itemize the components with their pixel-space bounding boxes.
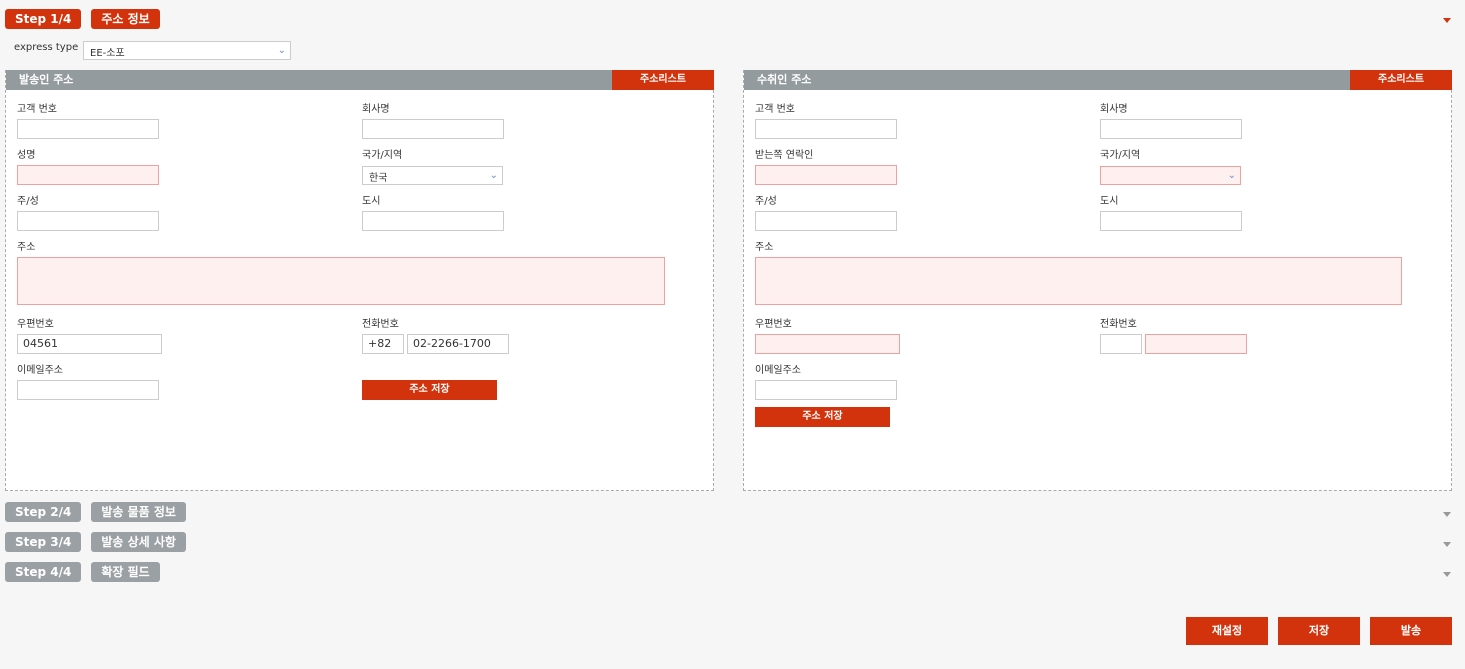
receiver-save-address-button[interactable]: 주소 저장 xyxy=(755,407,890,427)
step-3-header[interactable]: Step 3/4 발송 상세 사항 xyxy=(5,532,186,552)
sender-zip-label: 우편번호 xyxy=(17,319,54,330)
receiver-city-input[interactable] xyxy=(1100,211,1242,231)
express-type-select[interactable]: EE-소포 ⌄ xyxy=(83,41,291,60)
sender-address-input[interactable] xyxy=(17,257,665,305)
expand-icon[interactable] xyxy=(1443,512,1451,517)
step-3-title: 발송 상세 사항 xyxy=(91,532,186,552)
sender-panel: 발송인 주소 주소리스트 고객 번호 회사명 성명 국가/지역 한국 ⌄ 주/성… xyxy=(5,70,714,491)
sender-phone-input[interactable]: 02-2266-1700 xyxy=(407,334,509,354)
sender-save-address-button[interactable]: 주소 저장 xyxy=(362,380,497,400)
receiver-zip-input[interactable] xyxy=(755,334,900,354)
sender-panel-title: 발송인 주소 xyxy=(6,70,713,90)
step-1-header[interactable]: Step 1/4 주소 정보 xyxy=(5,9,160,29)
sender-email-label: 이메일주소 xyxy=(17,365,63,376)
collapse-icon[interactable] xyxy=(1443,18,1451,23)
express-type-label: express type xyxy=(14,42,79,53)
sender-name-input[interactable] xyxy=(17,165,159,185)
step-2-badge: Step 2/4 xyxy=(5,502,82,522)
sender-company-label: 회사명 xyxy=(362,104,390,115)
reset-button[interactable]: 재설정 xyxy=(1186,617,1268,645)
receiver-state-label: 주/성 xyxy=(755,196,777,207)
receiver-phone-label: 전화번호 xyxy=(1100,319,1137,330)
receiver-phone-input[interactable] xyxy=(1145,334,1247,354)
sender-country-select[interactable]: 한국 ⌄ xyxy=(362,166,503,185)
sender-country-label: 국가/지역 xyxy=(362,150,403,161)
receiver-contact-label: 받는쪽 연락인 xyxy=(755,150,814,161)
step-1-badge: Step 1/4 xyxy=(5,9,82,29)
step-3-badge: Step 3/4 xyxy=(5,532,82,552)
step-4-title: 확장 필드 xyxy=(91,562,160,582)
receiver-city-label: 도시 xyxy=(1100,196,1119,207)
send-button[interactable]: 발송 xyxy=(1370,617,1452,645)
sender-state-input[interactable] xyxy=(17,211,159,231)
receiver-country-label: 국가/지역 xyxy=(1100,150,1141,161)
step-4-header[interactable]: Step 4/4 확장 필드 xyxy=(5,562,160,582)
sender-address-list-button[interactable]: 주소리스트 xyxy=(612,70,714,90)
sender-email-input[interactable] xyxy=(17,380,159,400)
receiver-country-select[interactable]: ⌄ xyxy=(1100,166,1241,185)
sender-state-label: 주/성 xyxy=(17,196,39,207)
sender-address-label: 주소 xyxy=(17,242,36,253)
step-2-header[interactable]: Step 2/4 발송 물품 정보 xyxy=(5,502,186,522)
receiver-company-input[interactable] xyxy=(1100,119,1242,139)
receiver-panel-title: 수취인 주소 xyxy=(744,70,1451,90)
step-4-badge: Step 4/4 xyxy=(5,562,82,582)
receiver-panel: 수취인 주소 주소리스트 고객 번호 회사명 받는쪽 연락인 국가/지역 ⌄ 주… xyxy=(743,70,1452,491)
sender-country-value: 한국 xyxy=(369,173,388,184)
sender-city-label: 도시 xyxy=(362,196,381,207)
save-button[interactable]: 저장 xyxy=(1278,617,1360,645)
chevron-down-icon: ⌄ xyxy=(1227,170,1236,181)
receiver-email-label: 이메일주소 xyxy=(755,365,801,376)
sender-company-input[interactable] xyxy=(362,119,504,139)
chevron-down-icon: ⌄ xyxy=(277,45,286,56)
chevron-down-icon: ⌄ xyxy=(489,170,498,181)
receiver-address-list-button[interactable]: 주소리스트 xyxy=(1350,70,1452,90)
receiver-contact-input[interactable] xyxy=(755,165,897,185)
expand-icon[interactable] xyxy=(1443,572,1451,577)
receiver-company-label: 회사명 xyxy=(1100,104,1128,115)
sender-zip-input[interactable]: 04561 xyxy=(17,334,162,354)
expand-icon[interactable] xyxy=(1443,542,1451,547)
receiver-address-input[interactable] xyxy=(755,257,1402,305)
receiver-customer-no-label: 고객 번호 xyxy=(755,104,795,115)
receiver-address-label: 주소 xyxy=(755,242,774,253)
receiver-phone-code-input[interactable] xyxy=(1100,334,1142,354)
sender-city-input[interactable] xyxy=(362,211,504,231)
sender-name-label: 성명 xyxy=(17,150,36,161)
receiver-zip-label: 우편번호 xyxy=(755,319,792,330)
step-1-title: 주소 정보 xyxy=(91,9,160,29)
receiver-state-input[interactable] xyxy=(755,211,897,231)
express-type-value: EE-소포 xyxy=(90,48,125,59)
receiver-email-input[interactable] xyxy=(755,380,897,400)
step-2-title: 발송 물품 정보 xyxy=(91,502,186,522)
sender-phone-label: 전화번호 xyxy=(362,319,399,330)
receiver-customer-no-input[interactable] xyxy=(755,119,897,139)
sender-customer-no-label: 고객 번호 xyxy=(17,104,57,115)
sender-phone-code-input[interactable]: +82 xyxy=(362,334,404,354)
sender-customer-no-input[interactable] xyxy=(17,119,159,139)
